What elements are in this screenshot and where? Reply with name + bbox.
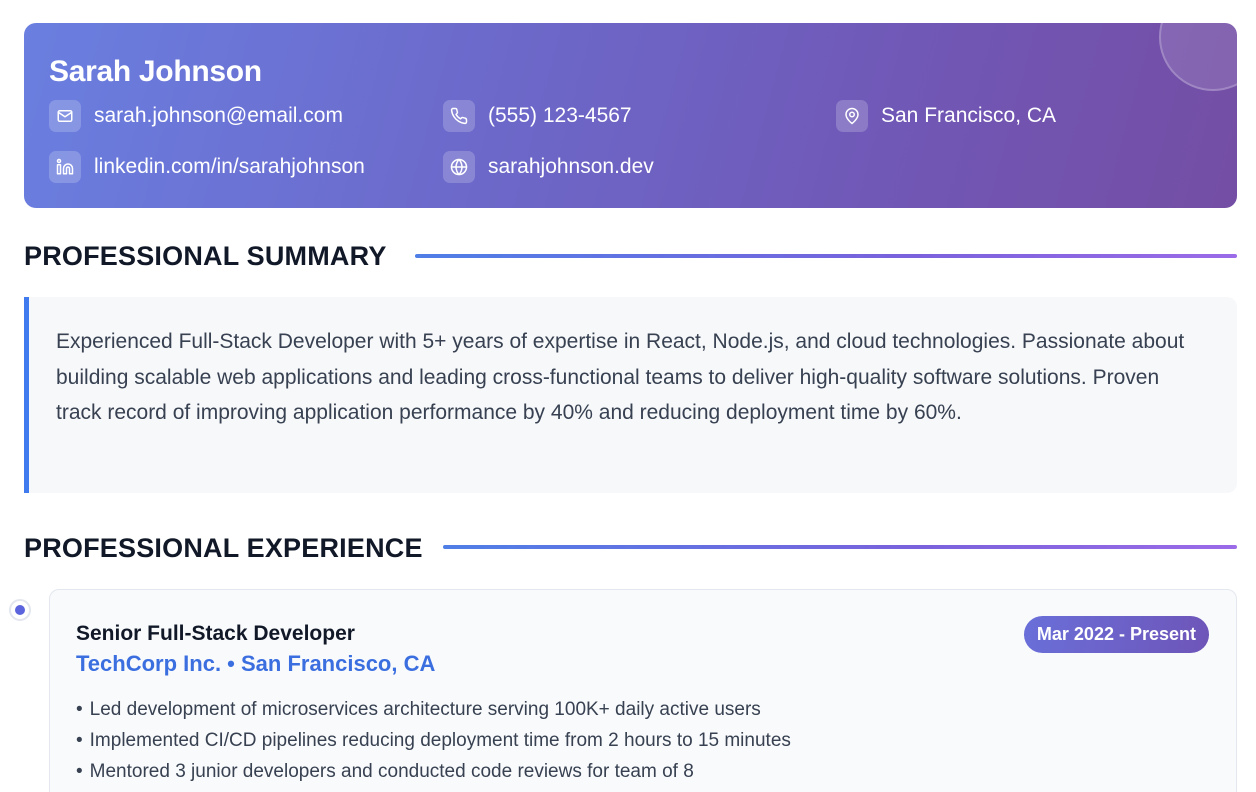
contact-website[interactable]: sarahjohnson.dev	[443, 151, 654, 183]
phone-icon	[443, 100, 475, 132]
resume-page: Sarah Johnson sarah.johnson@email.com (5…	[0, 0, 1256, 792]
summary-heading-divider	[415, 254, 1237, 258]
resume-header: Sarah Johnson sarah.johnson@email.com (5…	[24, 23, 1237, 208]
experience-heading: PROFESSIONAL EXPERIENCE	[24, 533, 423, 563]
job-bullet-text: Implemented CI/CD pipelines reducing dep…	[89, 730, 791, 751]
job-date-badge: Mar 2022 - Present	[1023, 616, 1209, 653]
mail-icon	[49, 100, 81, 132]
contact-phone-text: (555) 123-4567	[488, 104, 632, 127]
job-card: Senior Full-Stack Developer TechCorp Inc…	[49, 589, 1237, 792]
timeline-marker	[9, 599, 31, 621]
summary-text: Experienced Full-Stack Developer with 5+…	[56, 330, 1185, 424]
job-bullet-text: Mentored 3 junior developers and conduct…	[89, 761, 694, 782]
job-company-location: TechCorp Inc. • San Francisco, CA	[76, 651, 436, 676]
job-bullet: • Mentored 3 junior developers and conduc…	[76, 761, 694, 782]
job-bullet: • Led development of microservices archit…	[76, 699, 761, 720]
location-pin-icon	[836, 100, 868, 132]
timeline-marker-dot	[15, 605, 25, 615]
globe-icon	[443, 151, 475, 183]
job-bullet-text: Led development of microservices archite…	[89, 699, 761, 720]
linkedin-icon	[49, 151, 81, 183]
summary-box: Experienced Full-Stack Developer with 5+…	[24, 297, 1237, 493]
contact-location: San Francisco, CA	[836, 100, 1056, 132]
contact-phone[interactable]: (555) 123-4567	[443, 100, 632, 132]
decorative-circle	[1159, 23, 1237, 91]
contact-location-text: San Francisco, CA	[881, 104, 1057, 127]
contact-website-text: sarahjohnson.dev	[488, 155, 654, 178]
job-bullet: • Implemented CI/CD pipelines reducing de…	[76, 730, 791, 751]
contact-email[interactable]: sarah.johnson@email.com	[49, 100, 343, 132]
job-bullet-list: • Led development of microservices archit…	[76, 694, 791, 787]
candidate-name: Sarah Johnson	[49, 55, 262, 88]
experience-heading-divider	[443, 545, 1237, 549]
job-title: Senior Full-Stack Developer	[76, 622, 355, 645]
summary-heading: PROFESSIONAL SUMMARY	[24, 241, 387, 271]
contact-linkedin[interactable]: linkedin.com/in/sarahjohnson	[49, 151, 365, 183]
contact-linkedin-text: linkedin.com/in/sarahjohnson	[94, 155, 365, 178]
contact-email-text: sarah.johnson@email.com	[94, 104, 343, 127]
